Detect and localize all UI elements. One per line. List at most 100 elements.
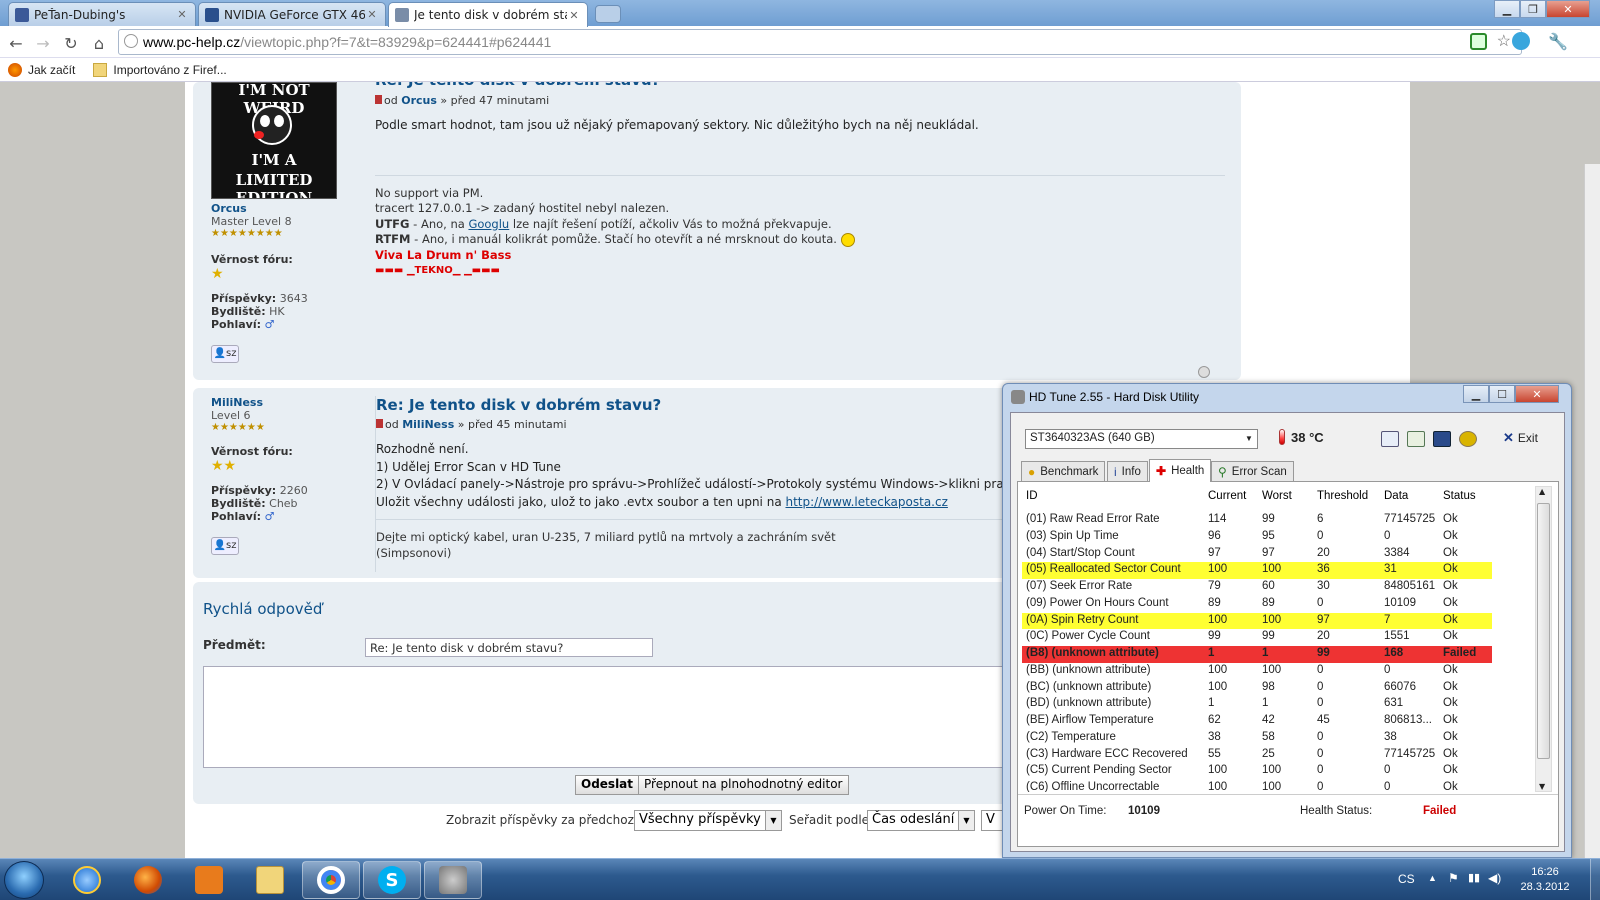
skype-extension-icon[interactable] [1512,32,1530,50]
restore-icon[interactable]: ❐ [1520,0,1546,18]
show-posts-select[interactable]: Všechny příspěvky ▼ [634,810,782,831]
smart-row[interactable]: (B8) (unknown attribute) 1 1 99 168 Failed [1022,646,1492,663]
smart-row[interactable]: (01) Raw Read Error Rate 114 99 6 77145725 Ok [1022,512,1534,529]
options-icon[interactable] [1459,431,1477,447]
close-window-icon[interactable]: ✕ [1546,0,1590,18]
column-header-worst[interactable]: Worst [1262,490,1292,502]
paste-icon[interactable] [1407,431,1425,447]
smart-cell-worst: 100 [1262,663,1282,676]
tab-close-icon[interactable]: ✕ [567,9,581,22]
username[interactable]: Orcus [211,202,361,215]
save-icon[interactable] [1433,431,1451,447]
taskbar-explorer[interactable] [241,861,299,899]
smart-row[interactable]: (C6) Offline Uncorrectable 100 100 0 0 Ok [1022,780,1534,792]
bookmark-jak-zacit[interactable]: Jak začít [8,62,75,77]
smart-cell-threshold: 0 [1317,596,1324,609]
reload-icon[interactable]: ↻ [60,32,82,54]
smart-row[interactable]: (BD) (unknown attribute) 1 1 0 631 Ok [1022,696,1534,713]
tray-expand-icon[interactable]: ▲ [1428,873,1437,883]
close-icon[interactable]: ✕ [1515,385,1559,403]
smart-row[interactable]: (C2) Temperature 38 58 0 38 Ok [1022,730,1534,747]
extension-icon[interactable] [1470,33,1487,50]
back-to-top-icon[interactable] [1198,366,1210,378]
smart-row[interactable]: (04) Start/Stop Count 97 97 20 3384 Ok [1022,546,1534,563]
taskbar-hdtune[interactable] [424,861,482,899]
submit-button[interactable]: Odeslat [575,775,640,795]
network-icon[interactable]: ▮▮ [1468,871,1480,884]
pm-button[interactable]: 👤sz [211,537,239,555]
tab-info[interactable]: i Info [1107,461,1148,481]
smart-row[interactable]: (C5) Current Pending Sector 100 100 0 0 Ok [1022,763,1534,780]
smart-cell-data: 0 [1384,781,1391,792]
column-header-threshold[interactable]: Threshold [1317,490,1368,502]
smart-cell-data: 806813... [1384,714,1432,726]
smart-row[interactable]: (07) Seek Error Rate 79 60 30 84805161 Ok [1022,579,1534,596]
smart-cell-current: 79 [1208,580,1221,592]
copy-icon[interactable] [1381,431,1399,447]
smart-row[interactable]: (0C) Power Cycle Count 99 99 20 1551 Ok [1022,629,1534,646]
tab-benchmark[interactable]: ● Benchmark [1021,461,1106,481]
tab-health[interactable]: ✚ Health [1149,459,1212,482]
tab-nvidia[interactable]: NVIDIA GeForce GTX 460 — ✕ [198,2,386,26]
smart-scrollbar[interactable]: ▲ ▼ [1535,486,1552,792]
smart-row[interactable]: (0A) Spin Retry Count 100 100 97 7 Ok [1022,612,1492,630]
firefox-icon [8,62,22,77]
taskbar-media-player[interactable] [180,861,238,899]
drive-select[interactable]: ST3640323AS (640 GB) ▼ [1025,429,1258,449]
smart-row[interactable]: (03) Spin Up Time 96 95 0 0 Ok [1022,529,1534,546]
new-tab-button[interactable] [595,5,621,23]
minimize-icon[interactable]: ▁ [1463,385,1489,403]
column-header-id[interactable]: ID [1026,490,1038,502]
start-button[interactable] [4,861,44,899]
taskbar-chrome[interactable] [302,861,360,899]
smart-cell-threshold: 0 [1317,680,1324,693]
smart-row[interactable]: (BC) (unknown attribute) 100 98 0 66076 Ok [1022,680,1534,697]
google-link[interactable]: Googlu [468,217,509,231]
page-scrollbar[interactable] [1584,164,1600,858]
smart-row[interactable]: (05) Reallocated Sector Count 100 100 36 31 O… [1022,562,1492,579]
chrome-icon [317,866,345,894]
column-header-current[interactable]: Current [1208,490,1246,502]
signature-tekno: ▬▬▬ ▁TEKNO▁ ▁▬▬▬ [375,265,500,276]
smart-row[interactable]: (09) Power On Hours Count 89 89 0 10109 Ok [1022,596,1534,613]
smart-cell-worst: 60 [1262,580,1275,592]
subject-input[interactable]: Re: Je tento disk v dobrém stavu? [365,638,653,657]
username[interactable]: MiliNess [211,396,361,409]
tab-facebook[interactable]: PeŤan-Dubing's ✕ [8,2,196,26]
taskbar-firefox[interactable] [119,861,177,899]
post-author[interactable]: Orcus [401,94,437,107]
bookmark-folder-imported[interactable]: Importováno z Firef... [93,62,227,77]
flag-icon[interactable]: ⚑ [1448,871,1459,885]
back-icon[interactable]: ← [5,32,27,54]
tab-error-scan[interactable]: ⚲ Error Scan [1211,461,1294,481]
home-icon[interactable]: ⌂ [88,32,110,54]
clock[interactable]: 16:26 28.3.2012 [1510,865,1580,895]
taskbar-ie[interactable] [58,861,116,899]
tab-close-icon[interactable]: ✕ [175,8,189,21]
wrench-icon[interactable]: 🔧 [1548,32,1568,51]
smart-row[interactable]: (C3) Hardware ECC Recovered 55 25 0 77145725… [1022,747,1534,764]
post-title[interactable]: Re: Je tento disk v dobrém stavu? [375,82,1225,90]
minimize-icon[interactable]: ▁ [1494,0,1520,18]
address-bar[interactable]: www.pc-help.cz/viewtopic.php?f=7&t=83929… [118,29,1522,55]
column-header-status[interactable]: Status [1443,490,1476,502]
show-desktop-button[interactable] [1590,859,1600,900]
bookmark-star-icon[interactable]: ☆ [1497,31,1511,51]
full-editor-button[interactable]: Přepnout na plnohodnotný editor [638,775,849,795]
column-header-data[interactable]: Data [1384,490,1408,502]
tab-close-icon[interactable]: ✕ [365,8,379,21]
forward-icon[interactable]: → [32,32,54,54]
sort-select[interactable]: Čas odeslání ▼ [867,810,975,831]
post-author[interactable]: MiliNess [402,418,454,431]
pm-button[interactable]: 👤sz [211,345,239,363]
thermometer-icon [1279,429,1285,445]
exit-button[interactable]: ✕ Exit [1503,430,1538,446]
tab-active-thread[interactable]: Je tento disk v dobrém stav ✕ [388,2,588,27]
smart-row[interactable]: (BB) (unknown attribute) 100 100 0 0 Ok [1022,663,1534,680]
language-indicator[interactable]: CS [1398,872,1415,886]
volume-icon[interactable]: ◀) [1488,871,1501,885]
leteckaposta-link[interactable]: http://www.leteckaposta.cz [786,495,948,509]
maximize-icon[interactable]: ☐ [1489,385,1515,403]
smart-row[interactable]: (BE) Airflow Temperature 62 42 45 806813... O… [1022,713,1534,730]
taskbar-skype[interactable]: S [363,861,421,899]
